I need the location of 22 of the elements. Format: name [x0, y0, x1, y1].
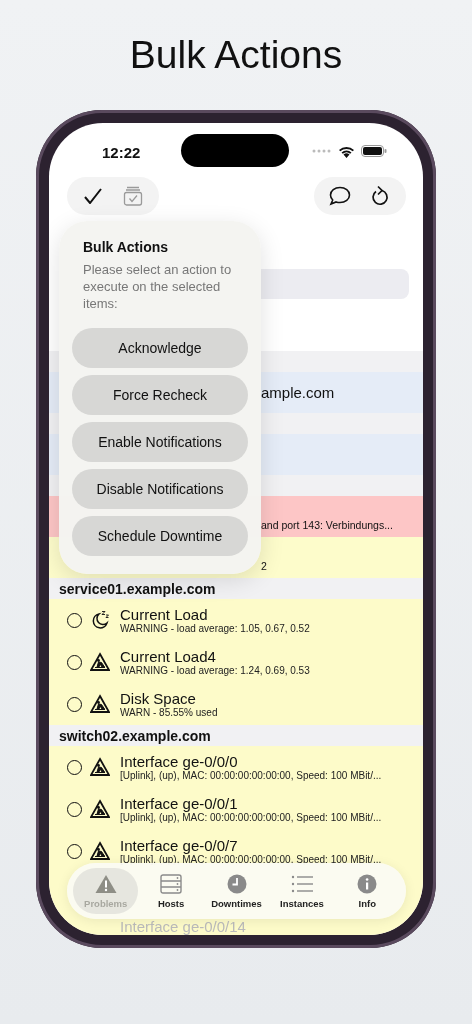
row-detail: WARNING - load average: 1.05, 0.67, 0.52: [120, 623, 310, 634]
popover-title: Bulk Actions: [83, 239, 170, 255]
headline: Bulk Actions: [129, 33, 343, 77]
host-header: service01.example.com: [59, 580, 216, 597]
row-detail: [Uplink], (up), MAC: 00:00:00:00:00:00, Speed: 100 MBit/...: [120, 770, 382, 781]
row-title: Current Load: [120, 606, 209, 623]
row-detail: WARNING - load average: 1.24, 0.69, 0.53: [120, 665, 310, 676]
row-title: Interface ge-0/0/1: [120, 795, 238, 812]
host-header: switch02.example.com: [59, 727, 211, 744]
row-detail: [Uplink], (up), MAC: 00:00:00:00:00:00, Speed: 100 MBit/...: [120, 812, 382, 823]
row-title: ample.com: [261, 384, 336, 401]
status-time: 12:22: [102, 143, 141, 161]
row-detail: and port 143: Verbindungs...: [261, 519, 394, 531]
row-title: Disk Space: [120, 690, 196, 707]
row-detail: 2: [261, 560, 268, 572]
row-title: Interface ge-0/0/14: [120, 918, 246, 935]
row-title: Current Load4: [120, 648, 217, 665]
popover-message: Please select an action to execute on the selected items:: [83, 261, 233, 312]
row-detail: WARN - 85.55% used: [120, 707, 218, 718]
row-detail: [Uplink], (up), MAC: 00:00:00:00:00:00, Speed: 100 MBit/...: [120, 854, 382, 865]
row-title: Interface ge-0/0/7: [120, 837, 238, 854]
row-title: Interface ge-0/0/0: [120, 753, 238, 770]
